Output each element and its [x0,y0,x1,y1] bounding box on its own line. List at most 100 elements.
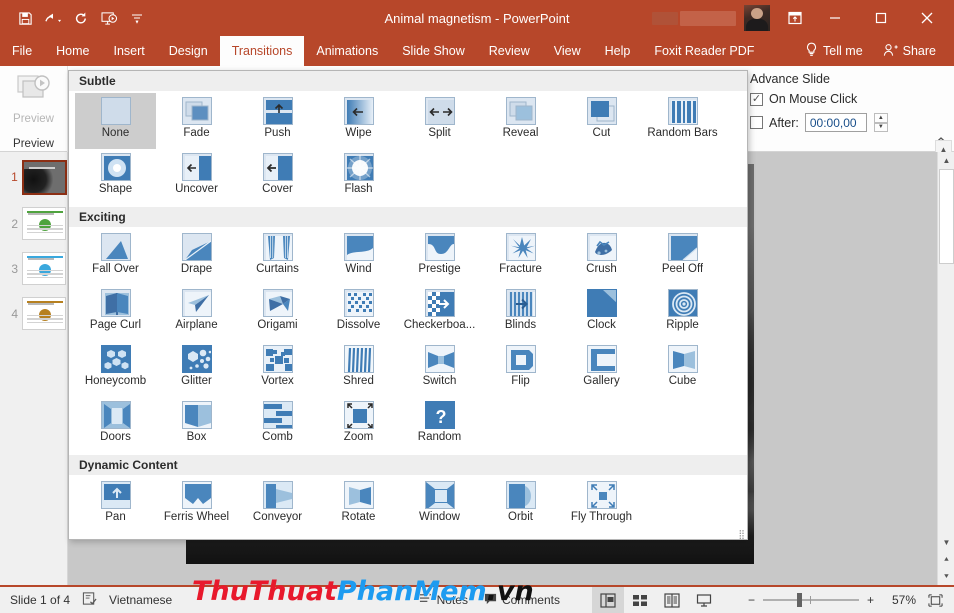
transition-peel-off[interactable]: Peel Off [642,229,723,285]
save-icon[interactable] [12,6,38,30]
next-slide-button[interactable]: ⯆ [938,568,954,585]
transition-push[interactable]: Push [237,93,318,149]
transition-random[interactable]: ? Random [399,397,480,453]
scrollbar-thumb[interactable] [939,169,954,264]
transition-random-bars[interactable]: Random Bars [642,93,723,149]
transition-airplane[interactable]: Airplane [156,285,237,341]
tab-foxit-reader-pdf[interactable]: Foxit Reader PDF [642,36,766,66]
maximize-button[interactable] [858,0,904,36]
zoom-slider[interactable] [762,593,859,607]
transition-checkerboard[interactable]: Checkerboa... [399,285,480,341]
thumbnail-image[interactable] [22,207,66,240]
ribbon-display-options-icon[interactable] [778,0,812,36]
zoom-control[interactable]: − + 57% [748,589,954,611]
transition-reveal[interactable]: Reveal [480,93,561,149]
transition-ferris-wheel[interactable]: Ferris Wheel [156,477,237,533]
comments-button[interactable]: Comments [484,592,560,608]
transition-prestige[interactable]: Prestige [399,229,480,285]
transition-fall-over[interactable]: Fall Over [75,229,156,285]
zoom-slider-handle[interactable] [796,593,802,607]
transition-page-curl[interactable]: Page Curl [75,285,156,341]
transition-blinds[interactable]: Blinds [480,285,561,341]
transition-ripple[interactable]: Ripple [642,285,723,341]
transition-orbit[interactable]: Orbit [480,477,561,533]
start-slideshow-icon[interactable] [96,6,122,30]
transition-cover[interactable]: Cover [237,149,318,205]
thumbnail-slide-3[interactable]: 3 [0,252,67,285]
share-button[interactable]: Share [873,43,946,60]
thumbnail-slide-4[interactable]: 4 [0,297,67,330]
transition-glitter[interactable]: Glitter [156,341,237,397]
transition-rotate[interactable]: Rotate [318,477,399,533]
transition-box[interactable]: Box [156,397,237,453]
preview-button[interactable]: Preview [6,72,62,125]
tab-review[interactable]: Review [477,36,542,66]
transition-wind[interactable]: Wind [318,229,399,285]
slide-thumbnail-pane[interactable]: 1 2 3 4 [0,152,68,585]
transition-honeycomb[interactable]: Honeycomb [75,341,156,397]
zoom-in-button[interactable]: + [867,593,874,607]
avatar[interactable] [744,5,770,31]
tab-file[interactable]: File [0,36,44,66]
transition-crush[interactable]: Crush [561,229,642,285]
transition-flip[interactable]: Flip [480,341,561,397]
thumbnail-image[interactable] [22,297,66,330]
on-mouse-click-row[interactable]: ✓ On Mouse Click [750,92,932,106]
language-indicator[interactable]: Vietnamese [109,593,172,607]
minimize-button[interactable] [812,0,858,36]
transition-comb[interactable]: Comb [237,397,318,453]
transition-origami[interactable]: Origami [237,285,318,341]
transition-gallery-dropdown[interactable]: Subtle None Fade Push Wipe Split Reveal … [68,70,748,540]
slide-show-view-button[interactable] [688,587,720,613]
spinner-up-icon[interactable]: ▲ [873,113,888,123]
transition-cut[interactable]: Cut [561,93,642,149]
accessibility-check-icon[interactable] [82,591,97,609]
reading-view-button[interactable] [656,587,688,613]
transition-fly-through[interactable]: Fly Through [561,477,642,533]
tab-transitions[interactable]: Transitions [219,36,305,66]
zoom-percentage[interactable]: 57% [882,593,916,607]
tab-design[interactable]: Design [157,36,220,66]
notes-button[interactable]: Notes [419,592,468,608]
transition-drape[interactable]: Drape [156,229,237,285]
tab-slide-show[interactable]: Slide Show [390,36,477,66]
tab-view[interactable]: View [542,36,593,66]
redo-icon[interactable] [68,6,94,30]
spinner-down-icon[interactable]: ▼ [873,122,888,132]
on-mouse-click-checkbox[interactable]: ✓ [750,92,763,106]
gallery-resize-grip[interactable]: ⣿ [738,530,745,539]
tell-me-button[interactable]: Tell me [795,42,873,60]
transition-gallery[interactable]: Gallery [561,341,642,397]
transition-none[interactable]: None [75,93,156,149]
transition-zoom[interactable]: Zoom [318,397,399,453]
transition-flash[interactable]: Flash [318,149,399,205]
thumbnail-image[interactable] [22,252,66,285]
transition-pan[interactable]: Pan [75,477,156,533]
after-checkbox[interactable] [750,116,763,129]
slide-counter[interactable]: Slide 1 of 4 [10,593,70,607]
after-row[interactable]: After: 00:00,00 ▲ ▼ [750,113,932,132]
scroll-up-arrow-icon[interactable]: ▲ [938,152,954,169]
thumbnail-slide-1[interactable]: 1 [0,160,67,195]
after-time-spinner[interactable]: ▲ ▼ [873,113,888,132]
tab-home[interactable]: Home [44,36,101,66]
undo-icon[interactable] [40,6,66,30]
slide-sorter-view-button[interactable] [624,587,656,613]
transition-clock[interactable]: Clock [561,285,642,341]
tab-insert[interactable]: Insert [102,36,157,66]
transition-fade[interactable]: Fade [156,93,237,149]
customize-qat-icon[interactable] [124,6,150,30]
transition-uncover[interactable]: Uncover [156,149,237,205]
transition-shred[interactable]: Shred [318,341,399,397]
transition-dissolve[interactable]: Dissolve [318,285,399,341]
transition-split[interactable]: Split [399,93,480,149]
thumbnail-slide-2[interactable]: 2 [0,207,67,240]
transition-wipe[interactable]: Wipe [318,93,399,149]
after-time-input[interactable]: 00:00,00 [804,113,867,132]
canvas-vertical-scrollbar[interactable]: ▲ ▼ ⯅ ⯆ [937,152,954,585]
tab-help[interactable]: Help [593,36,643,66]
transition-window[interactable]: Window [399,477,480,533]
normal-view-button[interactable] [591,587,624,613]
transition-shape[interactable]: Shape [75,149,156,205]
zoom-out-button[interactable]: − [748,593,755,607]
